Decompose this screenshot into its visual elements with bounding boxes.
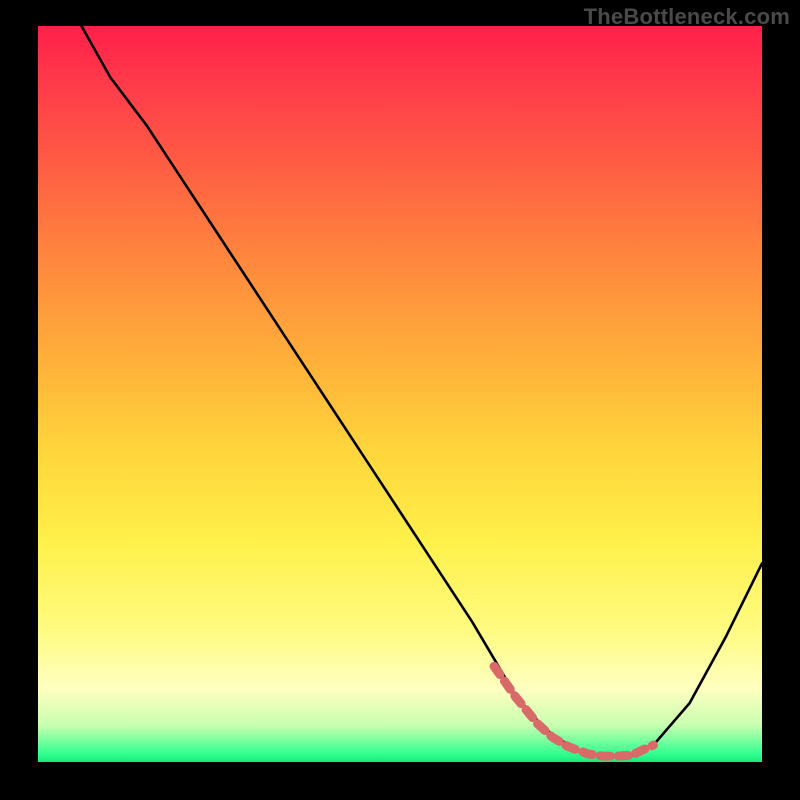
plot-area bbox=[38, 26, 762, 762]
curve-line bbox=[81, 26, 762, 756]
chart-svg bbox=[38, 26, 762, 762]
chart-frame: TheBottleneck.com bbox=[0, 0, 800, 800]
watermark-text: TheBottleneck.com bbox=[584, 4, 790, 30]
marker-band bbox=[494, 666, 653, 756]
